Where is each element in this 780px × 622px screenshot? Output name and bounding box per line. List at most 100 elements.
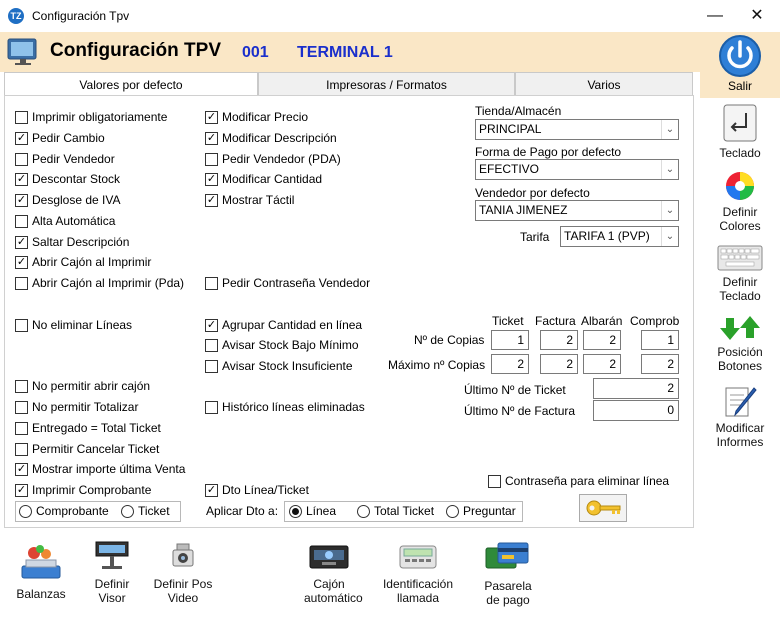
checkbox-col1-1[interactable]: ✓ Pedir Cambio bbox=[15, 129, 105, 147]
checkbox-label: Entregado = Total Ticket bbox=[32, 421, 161, 435]
page-title: Configuración TPV bbox=[50, 40, 221, 61]
checkbox-col2-0[interactable]: ✓ Modificar Precio bbox=[205, 108, 308, 126]
max-copies-ticket-input[interactable]: 2 bbox=[491, 354, 529, 374]
checkbox-col2-5[interactable]: Pedir Contraseña Vendedor bbox=[205, 274, 370, 292]
radio-dot bbox=[292, 507, 299, 515]
checkbox-col1-11[interactable]: No permitir Totalizar bbox=[15, 398, 138, 416]
define-pos-video-button[interactable]: Definir Pos Video bbox=[152, 540, 214, 605]
last-invoice-input[interactable]: 0 bbox=[593, 400, 679, 421]
checkbox-col1-8[interactable]: Abrir Cajón al Imprimir (Pda) bbox=[15, 274, 184, 292]
copies-albaran-input[interactable]: 2 bbox=[583, 330, 621, 350]
close-button[interactable]: ✕ bbox=[742, 4, 772, 28]
payment-value: EFECTIVO bbox=[479, 162, 540, 176]
checkbox-col1-9[interactable]: No eliminar Líneas bbox=[15, 316, 132, 334]
last-invoice-label: Último Nº de Factura bbox=[464, 404, 576, 418]
max-copies-comprob-input[interactable]: 2 bbox=[641, 354, 679, 374]
payment-gateway-button[interactable]: Pasarela de pago bbox=[476, 540, 540, 607]
checkbox-col1-3[interactable]: ✓ Descontar Stock bbox=[15, 170, 120, 188]
tariff-select[interactable]: TARIFA 1 (PVP) ⌄ bbox=[560, 226, 679, 247]
checkbox-col1-2[interactable]: Pedir Vendedor bbox=[15, 150, 115, 168]
checkmark-icon: ✓ bbox=[15, 483, 28, 497]
modify-reports-button[interactable]: Modificar Informes bbox=[700, 386, 780, 449]
checkbox-box bbox=[205, 400, 218, 414]
checkbox-delete-line-password[interactable]: Contraseña para eliminar línea bbox=[488, 472, 669, 490]
radio-ticket[interactable]: Ticket bbox=[121, 502, 170, 520]
checkmark-icon: ✓ bbox=[205, 483, 218, 497]
apply-discount-label: Aplicar Dto a: bbox=[206, 504, 279, 518]
radio-preguntar[interactable]: Preguntar bbox=[446, 502, 516, 520]
radio-comprobante[interactable]: Comprobante bbox=[19, 502, 109, 520]
checkbox-col2-9[interactable]: Histórico líneas eliminadas bbox=[205, 398, 365, 416]
tab-default-values[interactable]: Valores por defecto bbox=[4, 72, 258, 96]
checkbox-box bbox=[15, 400, 28, 414]
checkbox-label: Descontar Stock bbox=[32, 172, 121, 186]
tariff-value: TARIFA 1 (PVP) bbox=[564, 229, 650, 243]
checkbox-col2-1[interactable]: ✓ Modificar Descripción bbox=[205, 129, 337, 147]
checkbox-col1-6[interactable]: ✓ Saltar Descripción bbox=[15, 233, 129, 251]
checkbox-col1-14[interactable]: ✓ Mostrar importe última Venta bbox=[15, 460, 185, 478]
payment-select[interactable]: EFECTIVO ⌄ bbox=[475, 159, 679, 180]
checkbox-label: Modificar Precio bbox=[222, 110, 309, 124]
seller-select[interactable]: TANIA JIMENEZ ⌄ bbox=[475, 200, 679, 221]
copies-factura-input[interactable]: 2 bbox=[540, 330, 578, 350]
checkbox-col2-6[interactable]: ✓ Agrupar Cantidad en línea bbox=[205, 316, 362, 334]
max-copies-albaran-input[interactable]: 2 bbox=[583, 354, 621, 374]
radio-label: Total Ticket bbox=[374, 504, 435, 518]
copies-comprob-input[interactable]: 1 bbox=[641, 330, 679, 350]
checkmark-icon: ✓ bbox=[15, 235, 28, 249]
checkbox-col2-2[interactable]: Pedir Vendedor (PDA) bbox=[205, 150, 341, 168]
copies-ticket-input[interactable]: 1 bbox=[491, 330, 529, 350]
checkbox-col2-10[interactable]: ✓ Dto Línea/Ticket bbox=[205, 481, 309, 499]
define-colors-button[interactable]: Definir Colores bbox=[700, 170, 780, 233]
checkbox-label: Contraseña para eliminar línea bbox=[505, 474, 670, 488]
payment-gateway-label: Pasarela de pago bbox=[484, 579, 532, 607]
checkbox-label: Pedir Vendedor bbox=[32, 152, 115, 166]
exit-button[interactable]: Salir bbox=[700, 32, 780, 98]
checkbox-col1-13[interactable]: Permitir Cancelar Ticket bbox=[15, 440, 159, 458]
tab-misc[interactable]: Varios bbox=[515, 72, 693, 96]
checkbox-box bbox=[488, 474, 501, 488]
checkbox-col1-15[interactable]: ✓ Imprimir Comprobante bbox=[15, 481, 151, 499]
max-copies-factura-input[interactable]: 2 bbox=[540, 354, 578, 374]
auto-drawer-button[interactable]: Cajón automático bbox=[296, 540, 363, 605]
col-header-ticket: Ticket bbox=[492, 314, 524, 328]
checkbox-label: Pedir Contraseña Vendedor bbox=[222, 276, 371, 290]
keyboard-button[interactable]: Teclado bbox=[700, 103, 780, 160]
radio-total-ticket[interactable]: Total Ticket bbox=[357, 502, 434, 520]
checkbox-col1-7[interactable]: ✓ Abrir Cajón al Imprimir bbox=[15, 253, 151, 271]
col-header-albaran: Albarán bbox=[581, 314, 623, 328]
minimize-button[interactable]: — bbox=[700, 4, 730, 28]
checkbox-label: Imprimir obligatoriamente bbox=[32, 110, 168, 124]
checkbox-col1-12[interactable]: Entregado = Total Ticket bbox=[15, 419, 161, 437]
caller-id-label: Identificación llamada bbox=[382, 577, 454, 605]
checkbox-col2-7[interactable]: Avisar Stock Bajo Mínimo bbox=[205, 336, 359, 354]
report-edit-icon bbox=[725, 387, 757, 417]
checkbox-col2-8[interactable]: Avisar Stock Insuficiente bbox=[205, 357, 353, 375]
tariff-label: Tarifa bbox=[520, 230, 550, 244]
checkbox-col1-4[interactable]: ✓ Desglose de IVA bbox=[15, 191, 121, 209]
checkbox-col1-0[interactable]: Imprimir obligatoriamente bbox=[15, 108, 167, 126]
checkbox-box bbox=[15, 318, 28, 332]
store-select[interactable]: PRINCIPAL ⌄ bbox=[475, 119, 679, 140]
chevron-down-icon: ⌄ bbox=[661, 160, 678, 179]
define-display-button[interactable]: Definir Visor bbox=[82, 540, 142, 605]
checkbox-col1-5[interactable]: Alta Automática bbox=[15, 212, 115, 230]
checkbox-col2-3[interactable]: ✓ Modificar Cantidad bbox=[205, 170, 322, 188]
caller-id-button[interactable]: Identificación llamada bbox=[378, 540, 458, 605]
button-position-button[interactable]: Posición Botones bbox=[700, 314, 780, 373]
radio-label: Ticket bbox=[138, 504, 170, 518]
checkbox-label: Dto Línea/Ticket bbox=[222, 483, 309, 497]
define-keyboard-button[interactable]: Definir Teclado bbox=[700, 244, 780, 303]
window-title: Configuración Tpv bbox=[32, 9, 130, 23]
checkbox-col2-4[interactable]: ✓ Mostrar Táctil bbox=[205, 191, 294, 209]
checkmark-icon: ✓ bbox=[15, 172, 28, 186]
checkmark-icon: ✓ bbox=[15, 462, 28, 476]
radio-circle bbox=[19, 504, 32, 518]
tab-printers-formats[interactable]: Impresoras / Formatos bbox=[258, 72, 515, 96]
scales-button[interactable]: Balanzas bbox=[10, 542, 72, 601]
color-wheel-icon bbox=[726, 172, 754, 200]
checkbox-col1-10[interactable]: No permitir abrir cajón bbox=[15, 377, 150, 395]
radio-linea[interactable]: Línea bbox=[289, 502, 336, 520]
last-ticket-input[interactable]: 2 bbox=[593, 378, 679, 399]
key-button[interactable] bbox=[579, 494, 627, 522]
